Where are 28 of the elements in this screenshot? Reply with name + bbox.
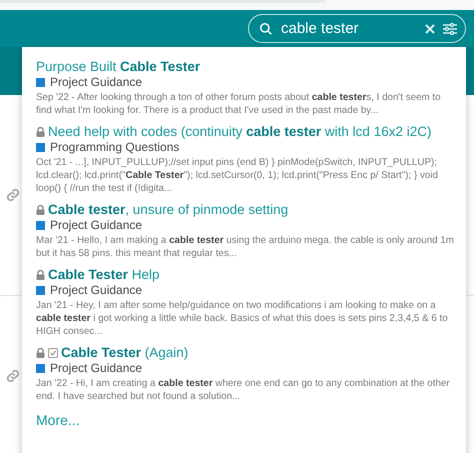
checkbox-icon [48,348,58,358]
category-label[interactable]: Project Guidance [50,283,142,297]
search-input[interactable]: cable tester [281,20,417,37]
more-link[interactable]: More... [36,412,454,428]
search-icon [259,22,273,36]
link-icon [6,369,20,383]
result-excerpt: Jan '22 - Hi, I am creating a cable tester where one end can go to any combination at the other end. I have searched but not found a solution... [36,377,451,403]
result-title-link[interactable]: Cable Tester (Again) [61,345,188,360]
category-label[interactable]: Project Guidance [50,218,142,232]
category-label[interactable]: Project Guidance [50,361,142,375]
result-title-link[interactable]: Cable Tester Help [48,267,160,282]
lock-icon [36,270,45,280]
result-excerpt: Mar '21 - Hello, I am making a cable tester using the arduino mega. the cable is only around 1m but it has 58 pins. this meant that regular tes... [36,234,454,260]
lock-icon [36,126,45,136]
lock-icon [36,204,45,214]
category-label[interactable]: Programming Questions [50,140,180,154]
result-excerpt: Sep '22 - After looking through a ton of other forum posts about cable testers, I don't seem to find what I'm looking for. There is a product that I've used in the past made by... [36,91,442,117]
lock-icon [36,348,45,358]
result-title-link[interactable]: Need help with codes (continuity cable tester with lcd 16x2 i2C) [48,124,432,139]
search-field[interactable]: cable tester [248,14,466,43]
filter-icon[interactable] [443,22,457,34]
result-title-link[interactable]: Cable tester, unsure of pinmode setting [48,202,288,217]
result-excerpt: Oct '21 - ...], INPUT_PULLUP);//set input pins (end B) } pinMode(pSwitch, INPUT_PULLUP); lcd.clear(); lcd.print("Cable Tester"); lcd.setCursor(0, 1); lcd.print("Press Enc p/ Start"); } void loop() { //run the test if (!digita... [36,156,439,195]
close-icon[interactable] [425,24,435,34]
link-icon [6,188,20,202]
category-label[interactable]: Project Guidance [50,75,142,89]
result-title-link[interactable]: Purpose Built Cable Tester [36,59,200,74]
result-excerpt: Jan '21 - Hey, I am after some help/guidance on two modifications i am looking to make on a cable tester i got working a little while back. Basics of what this does is sets pins 2,3,4,5 & 6 to HIGH consec... [36,299,449,338]
